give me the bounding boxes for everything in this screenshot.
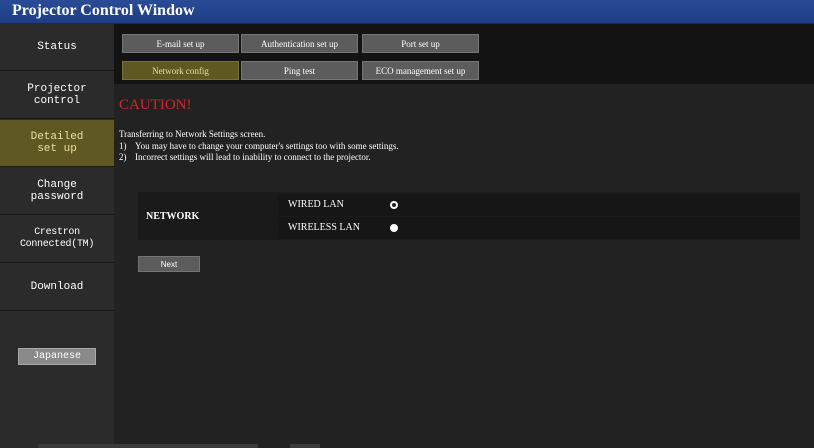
sidebar-item-projector-control[interactable]: Projector control xyxy=(0,72,114,119)
intro-text: Transferring to Network Settings screen. xyxy=(119,129,266,139)
note-2-number: 2) xyxy=(119,152,127,162)
network-table: NETWORK WIRED LAN WIRELESS LAN xyxy=(138,192,800,240)
tab-email-set-up[interactable]: E-mail set up xyxy=(122,34,239,53)
tab-authentication-set-up[interactable]: Authentication set up xyxy=(241,34,358,53)
note-2: 2) Incorrect settings will lead to inabil… xyxy=(119,152,399,164)
wireless-lan-label: WIRELESS LAN xyxy=(288,222,360,233)
japanese-button[interactable]: Japanese xyxy=(18,348,96,365)
sidebar-item-crestron-connected[interactable]: Crestron Connected(TM) xyxy=(0,216,114,263)
sidebar-item-download[interactable]: Download xyxy=(0,264,114,311)
wired-lan-label: WIRED LAN xyxy=(288,199,344,210)
info-text: Transferring to Network Settings screen.… xyxy=(119,129,399,164)
note-1: 1) You may have to change your computer's… xyxy=(119,141,399,153)
network-label: NETWORK xyxy=(146,210,200,222)
next-button[interactable]: Next xyxy=(138,256,200,272)
sidebar-item-change-password[interactable]: Change password xyxy=(0,168,114,215)
tab-network-config[interactable]: Network config xyxy=(122,61,239,80)
wireless-lan-row: WIRELESS LAN xyxy=(278,217,800,239)
caution-title: CAUTION! xyxy=(119,97,192,113)
bottom-scroll-thumb xyxy=(290,444,320,448)
note-2-text: Incorrect settings will lead to inabilit… xyxy=(135,152,371,162)
main-panel: E-mail set up Authentication set up Port… xyxy=(114,24,814,448)
window-title: Projector Control Window xyxy=(12,2,195,19)
title-bar: Projector Control Window xyxy=(0,0,814,24)
tab-bar: E-mail set up Authentication set up Port… xyxy=(114,24,814,84)
note-1-text: You may have to change your computer's s… xyxy=(135,140,399,151)
tab-ping-test[interactable]: Ping test xyxy=(241,61,358,80)
sidebar-item-detailed-set-up[interactable]: Detailed set up xyxy=(0,120,114,167)
tab-port-set-up[interactable]: Port set up xyxy=(362,34,479,53)
bottom-scroll-strip xyxy=(38,444,258,448)
tab-eco-management-set-up[interactable]: ECO management set up xyxy=(362,61,479,80)
sidebar-item-status[interactable]: Status xyxy=(0,24,114,71)
wireless-lan-radio[interactable] xyxy=(390,224,398,232)
sidebar: Status Projector control Detailed set up… xyxy=(0,24,114,448)
note-1-number: 1) xyxy=(119,140,127,151)
wired-lan-row: WIRED LAN xyxy=(278,194,800,216)
wired-lan-radio[interactable] xyxy=(390,201,398,209)
